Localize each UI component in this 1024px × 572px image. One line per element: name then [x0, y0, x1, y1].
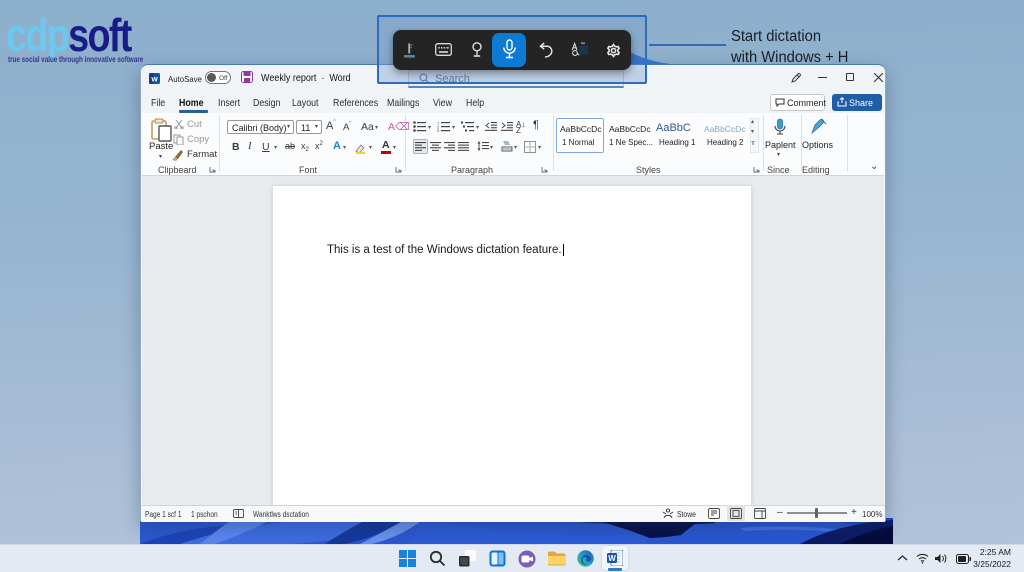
svg-text:W: W: [608, 554, 616, 563]
svg-text:3: 3: [437, 128, 440, 132]
svg-text:W: W: [151, 76, 158, 83]
